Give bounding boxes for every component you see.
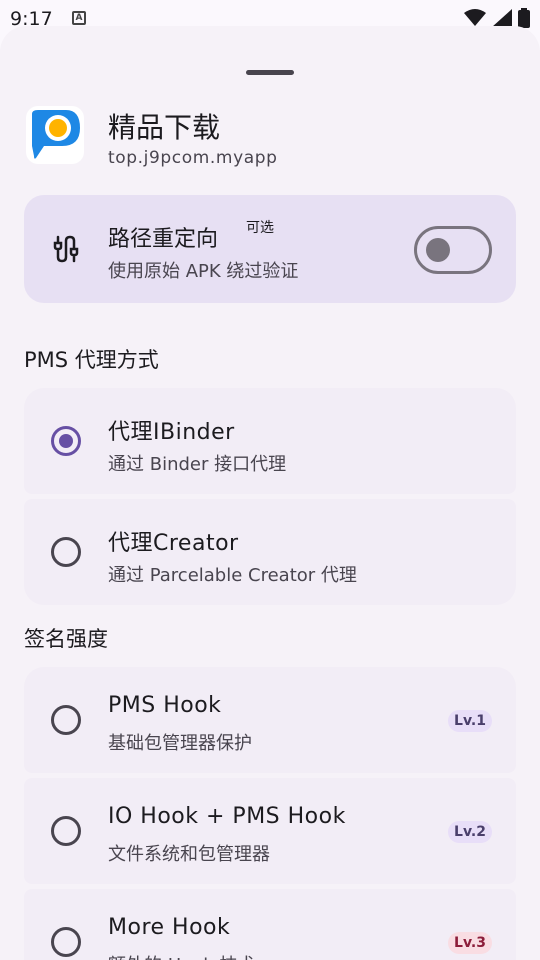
option-subtitle: 通过 Binder 接口代理 [108, 454, 287, 475]
level-badge: Lv.3 [448, 932, 492, 954]
option-title: IO Hook + PMS Hook [108, 804, 346, 829]
a-icon: A [72, 11, 86, 25]
redirect-title: 路径重定向 [108, 227, 219, 252]
radio-button[interactable] [51, 537, 81, 567]
toggle-thumb [426, 238, 450, 262]
option-title: 代理IBinder [108, 420, 235, 445]
pms-section-title: PMS 代理方式 [24, 348, 159, 372]
pms-option-creator[interactable]: 代理Creator 通过 Parcelable Creator 代理 [24, 499, 516, 605]
signature-option-io-pms-hook[interactable]: IO Hook + PMS Hook 文件系统和包管理器 Lv.2 [24, 778, 516, 884]
option-subtitle: 基础包管理器保护 [108, 733, 252, 754]
app-name: 精品下载 [108, 111, 221, 144]
app-logo-icon [26, 106, 84, 164]
radio-button-checked[interactable] [51, 426, 81, 456]
optional-badge: 可选 [246, 220, 274, 236]
battery-icon [518, 8, 530, 28]
level-badge: Lv.1 [448, 710, 492, 732]
route-icon [53, 235, 79, 263]
option-title: More Hook [108, 915, 231, 940]
app-package: top.j9pcom.myapp [108, 148, 278, 168]
signature-option-more-hook[interactable]: More Hook 额外的 Hook 技术 Lv.3 [24, 889, 516, 960]
option-subtitle: 文件系统和包管理器 [108, 844, 270, 865]
radio-button[interactable] [51, 705, 81, 735]
wifi-icon [464, 9, 486, 26]
option-title: PMS Hook [108, 693, 222, 718]
signature-option-pms-hook[interactable]: PMS Hook 基础包管理器保护 Lv.1 [24, 667, 516, 773]
level-badge: Lv.2 [448, 821, 492, 843]
redirect-toggle[interactable] [414, 226, 492, 274]
redirect-setting-card[interactable]: 路径重定向 可选 使用原始 APK 绕过验证 [24, 195, 516, 303]
radio-button[interactable] [51, 927, 81, 957]
pms-option-ibinder[interactable]: 代理IBinder 通过 Binder 接口代理 [24, 388, 516, 494]
redirect-subtitle: 使用原始 APK 绕过验证 [108, 261, 299, 282]
option-subtitle: 额外的 Hook 技术 [108, 951, 255, 960]
signature-section-title: 签名强度 [24, 627, 108, 651]
option-title: 代理Creator [108, 531, 239, 556]
drag-handle[interactable] [246, 70, 294, 75]
signal-icon [492, 9, 512, 27]
radio-button[interactable] [51, 816, 81, 846]
option-subtitle: 通过 Parcelable Creator 代理 [108, 565, 357, 586]
